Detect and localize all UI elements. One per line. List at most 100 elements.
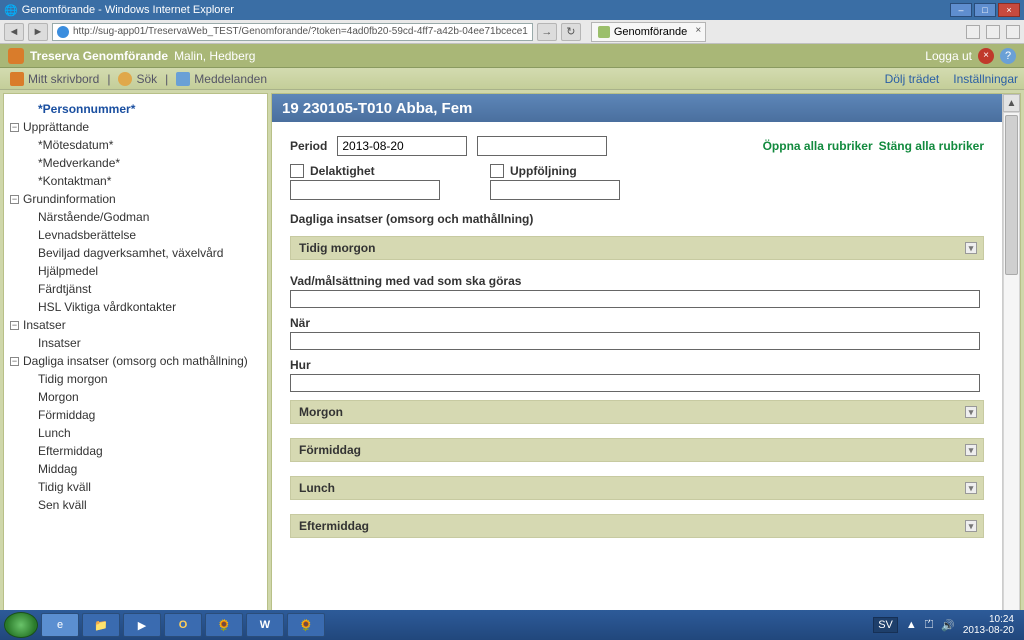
tree-hsl[interactable]: HSL Viktiga vårdkontakter [10,298,265,316]
product-name: Treserva Genomförande [30,49,168,63]
address-bar[interactable]: http://sug-app01/TreservaWeb_TEST/Genomf… [52,23,533,41]
browser-toolbar: ◄ ► http://sug-app01/TreservaWeb_TEST/Ge… [0,20,1024,44]
language-indicator[interactable]: SV [873,617,898,633]
tree-narstaende[interactable]: Närstående/Godman [10,208,265,226]
menu-mitt-skrivbord[interactable]: Mitt skrivbord [6,72,103,86]
tray-network-icon[interactable]: ⏍ [925,619,933,632]
expand-icon[interactable]: ▾ [965,520,977,532]
taskbar-outlook-icon[interactable]: O [164,613,202,637]
input-nar[interactable] [290,332,980,350]
app-header: Treserva Genomförande Malin, Hedberg Log… [0,44,1024,68]
collapse-icon[interactable]: − [10,321,19,330]
tree-fardtjanst[interactable]: Färdtjänst [10,280,265,298]
tree-dagliga-header[interactable]: −Dagliga insatser (omsorg och mathållnin… [10,352,265,370]
taskbar-media-icon[interactable]: ▶ [123,613,161,637]
period-from-input[interactable] [337,136,467,156]
uppfoljning-input[interactable] [490,180,620,200]
go-button[interactable]: → [537,23,557,41]
band-formiddag[interactable]: Förmiddag ▾ [290,438,984,462]
favorites-icon[interactable] [986,25,1000,39]
tools-icon[interactable] [1006,25,1020,39]
tree-medverkande[interactable]: *Medverkande* [10,154,265,172]
tree-eftermiddag[interactable]: Eftermiddag [10,442,265,460]
logout-icon[interactable]: × [978,48,994,64]
tray-flag-icon[interactable]: ▲ [906,619,917,631]
form-area: Period Öppna alla rubriker Stäng alla ru… [272,122,1002,612]
tree-personnummer[interactable]: *Personnummer* [10,100,265,118]
tree-sen-kvall[interactable]: Sen kväll [10,496,265,514]
tree-tidig-kvall[interactable]: Tidig kväll [10,478,265,496]
tree-lunch[interactable]: Lunch [10,424,265,442]
start-button[interactable] [4,612,38,638]
expand-icon[interactable]: ▾ [965,406,977,418]
messages-icon [176,72,190,86]
tree-insatser-header[interactable]: −Insatser [10,316,265,334]
tree-motesdatum[interactable]: *Mötesdatum* [10,136,265,154]
delaktighet-input[interactable] [290,180,440,200]
browser-tab[interactable]: Genomförande × [591,22,706,42]
tree-upprattande[interactable]: −Upprättande [10,118,265,136]
band-morgon[interactable]: Morgon ▾ [290,400,984,424]
taskbar-ie-icon[interactable]: e [41,613,79,637]
forward-button[interactable]: ► [28,23,48,41]
taskbar-clock[interactable]: 10:24 2013-08-20 [963,614,1014,636]
search-icon [118,72,132,86]
close-all-link[interactable]: Stäng alla rubriker [879,139,984,153]
collapse-icon[interactable]: − [10,357,19,366]
tray-volume-icon[interactable]: 🔊 [941,619,955,632]
scroll-track[interactable] [1003,112,1020,612]
tree-tidig-morgon[interactable]: Tidig morgon [10,370,265,388]
tree-middag[interactable]: Middag [10,460,265,478]
logout-link[interactable]: Logga ut [925,49,972,63]
label-vad: Vad/målsättning med vad som ska göras [290,274,984,288]
vertical-scrollbar[interactable]: ▲ ▼ [1002,94,1020,630]
open-all-link[interactable]: Öppna alla rubriker [763,139,873,153]
expand-icon[interactable]: ▾ [965,444,977,456]
scroll-thumb[interactable] [1005,115,1018,275]
band-lunch[interactable]: Lunch ▾ [290,476,984,500]
scroll-up-icon[interactable]: ▲ [1003,94,1020,112]
collapse-icon[interactable]: − [10,123,19,132]
taskbar-explorer-icon[interactable]: 📁 [82,613,120,637]
window-close-button[interactable]: × [998,3,1020,17]
expand-icon[interactable]: ▾ [965,242,977,254]
tree-morgon[interactable]: Morgon [10,388,265,406]
ie-icon: 🌐 [4,4,18,17]
tree-formiddag[interactable]: Förmiddag [10,406,265,424]
clock-date: 2013-08-20 [963,625,1014,636]
band-tidig-morgon[interactable]: Tidig morgon ▾ [290,236,984,260]
period-to-input[interactable] [477,136,607,156]
desktop-icon [10,72,24,86]
taskbar-app2-icon[interactable]: 🌻 [287,613,325,637]
tree-grundinformation[interactable]: −Grundinformation [10,190,265,208]
tree-levnads[interactable]: Levnadsberättelse [10,226,265,244]
tree-hjalpmedel[interactable]: Hjälpmedel [10,262,265,280]
tree-insatser[interactable]: Insatser [10,334,265,352]
maximize-button[interactable]: □ [974,3,996,17]
tree-beviljad[interactable]: Beviljad dagverksamhet, växelvård [10,244,265,262]
settings-link[interactable]: Inställningar [953,72,1018,86]
window-title: Genomförande - Windows Internet Explorer [22,4,234,16]
collapse-icon[interactable]: − [10,195,19,204]
hide-tree-link[interactable]: Dölj trädet [885,72,940,86]
expand-icon[interactable]: ▾ [965,482,977,494]
label-hur: Hur [290,358,984,372]
back-button[interactable]: ◄ [4,23,24,41]
delaktighet-label: Delaktighet [310,164,375,178]
input-hur[interactable] [290,374,980,392]
main-pane: 19 230105-T010 Abba, Fem Period Öppna al… [271,93,1021,631]
refresh-button[interactable]: ↻ [561,23,581,41]
menu-sok[interactable]: Sök [114,72,161,86]
help-icon[interactable]: ? [1000,48,1016,64]
delaktighet-checkbox[interactable] [290,164,304,178]
tab-close-icon[interactable]: × [695,25,701,36]
taskbar-app-icon[interactable]: 🌻 [205,613,243,637]
band-eftermiddag[interactable]: Eftermiddag ▾ [290,514,984,538]
minimize-button[interactable]: – [950,3,972,17]
taskbar-word-icon[interactable]: W [246,613,284,637]
input-vad[interactable] [290,290,980,308]
tree-kontaktman[interactable]: *Kontaktman* [10,172,265,190]
menu-meddelanden[interactable]: Meddelanden [172,72,271,86]
uppfoljning-checkbox[interactable] [490,164,504,178]
home-icon[interactable] [966,25,980,39]
